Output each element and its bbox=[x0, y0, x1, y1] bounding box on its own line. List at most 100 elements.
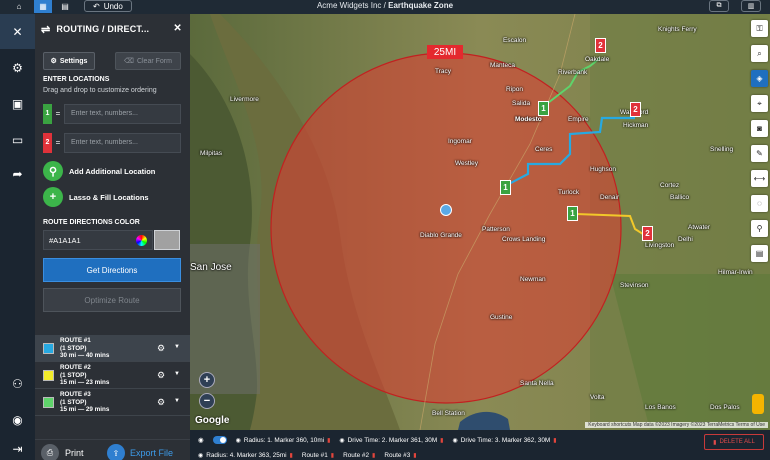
route-list: ROUTE #1 (1 STOP) 30 mi — 40 mins ⚙ ▼ RO… bbox=[35, 335, 190, 416]
get-directions-button[interactable]: Get Directions bbox=[43, 258, 181, 282]
add-user-icon[interactable]: ⚇ bbox=[0, 366, 35, 401]
routing-panel: ⇌ ROUTING / DIRECT... ✕ ⚙ Settings ⌫ Cle… bbox=[35, 14, 190, 460]
logout-icon[interactable]: ⇥ bbox=[0, 438, 35, 460]
map-attribution[interactable]: Keyboard shortcuts Map data ©2023 Imager… bbox=[585, 422, 768, 428]
trash-icon[interactable]: ▮ bbox=[331, 452, 334, 459]
trash-icon[interactable]: ▮ bbox=[372, 452, 375, 459]
trash-icon[interactable]: ▮ bbox=[440, 437, 443, 444]
printer-icon: ⎙ bbox=[41, 444, 59, 460]
drag-handle-icon[interactable]: = bbox=[52, 109, 64, 118]
location-input[interactable]: Enter text, numbers... bbox=[64, 132, 181, 153]
trash-icon[interactable]: ▮ bbox=[413, 452, 416, 459]
radius-circle[interactable] bbox=[270, 52, 622, 404]
left-rail: ✕ ⚙ ▣ ▭ ➦ ⚇ ◉ ⇥ bbox=[0, 14, 35, 460]
chevron-down-icon[interactable]: ▼ bbox=[174, 371, 180, 377]
route-marker[interactable]: 1 bbox=[538, 101, 549, 116]
panel-title[interactable]: ROUTING / DIRECT... bbox=[56, 24, 149, 34]
layers-bar: ◉ ◉ Radius: 1. Marker 360, 10mi ▮ ◉ Drive T… bbox=[190, 430, 770, 460]
chevron-down-icon[interactable]: ▼ bbox=[174, 398, 180, 404]
layer-chip[interactable]: Route #2 ▮ bbox=[343, 452, 375, 459]
crosshair-icon[interactable]: ⌖ bbox=[751, 95, 768, 112]
layer-chip[interactable]: ◉ Radius: 4. Marker 363, 25mi ▮ bbox=[198, 452, 293, 459]
share-arrow-icon[interactable]: ➦ bbox=[0, 156, 35, 191]
trash-icon[interactable]: ▮ bbox=[290, 452, 293, 459]
list-item[interactable]: ROUTE #1 (1 STOP) 30 mi — 40 mins ⚙ ▼ bbox=[35, 335, 190, 362]
gear-icon[interactable]: ⚙ bbox=[157, 343, 165, 354]
chevron-down-icon[interactable]: ▼ bbox=[174, 344, 180, 350]
route-marker[interactable]: 1 bbox=[500, 180, 511, 195]
camera-icon[interactable]: ◙ bbox=[751, 120, 768, 137]
route-marker[interactable]: 2 bbox=[642, 226, 653, 241]
clear-form-button[interactable]: ⌫ Clear Form bbox=[115, 52, 181, 70]
trash-icon[interactable]: ▮ bbox=[553, 437, 556, 444]
zoom-in-button[interactable]: + bbox=[199, 372, 215, 388]
eye-icon: ◉ bbox=[339, 437, 345, 444]
gear-icon[interactable]: ⚙ bbox=[0, 50, 35, 85]
settings-button[interactable]: ⚙ Settings bbox=[43, 52, 95, 70]
route-color-swatch[interactable] bbox=[43, 343, 54, 354]
route-color-input[interactable]: #A1A1A1 bbox=[43, 230, 153, 250]
measure-icon[interactable]: ⟷ bbox=[751, 170, 768, 187]
location-number: 1 bbox=[43, 103, 52, 124]
color-wheel-icon[interactable] bbox=[136, 235, 147, 246]
gear-icon: ⚙ bbox=[50, 58, 57, 65]
close-icon[interactable]: ✕ bbox=[173, 23, 182, 34]
panel-header: ⇌ ROUTING / DIRECT... ✕ bbox=[35, 14, 190, 44]
zoom-out-button[interactable]: − bbox=[199, 393, 215, 409]
lasso-icon[interactable]: ◌ bbox=[751, 195, 768, 212]
drag-hint: Drag and drop to customize ordering bbox=[43, 87, 157, 94]
route-marker[interactable]: 2 bbox=[595, 38, 606, 53]
layer-chip[interactable]: Route #1 ▮ bbox=[302, 452, 334, 459]
save-icon[interactable]: ▣ bbox=[0, 86, 35, 121]
delete-all-button[interactable]: ▮ DELETE ALL bbox=[704, 434, 764, 450]
eraser-icon: ⌫ bbox=[124, 58, 134, 65]
panel-footer: ⎙ Print ⇪ Export File bbox=[35, 439, 190, 460]
street-view-icon[interactable] bbox=[752, 394, 764, 414]
user-icon[interactable]: ◉ bbox=[0, 402, 35, 437]
radius-label: 25MI bbox=[427, 45, 463, 59]
lasso-fill-button[interactable]: + Lasso & Fill Locations bbox=[43, 186, 149, 208]
search-icon[interactable]: ⌕ bbox=[751, 45, 768, 62]
map-terrain bbox=[190, 14, 770, 430]
gear-icon[interactable]: ⚙ bbox=[157, 370, 165, 381]
drag-handle-icon[interactable]: = bbox=[52, 138, 64, 147]
route-color-swatch[interactable] bbox=[154, 230, 180, 250]
trash-icon[interactable]: ▮ bbox=[327, 437, 330, 444]
list-item[interactable]: ROUTE #2 (1 STOP) 15 mi — 23 mins ⚙ ▼ bbox=[35, 362, 190, 389]
top-bar: ⌂ ▦ ▤ ↶ Undo Acme Widgets Inc / Earthqua… bbox=[0, 0, 770, 14]
list-item[interactable]: ROUTE #3 (1 STOP) 15 mi — 29 mins ⚙ ▼ bbox=[35, 389, 190, 416]
add-location-button[interactable]: ⚲ Add Additional Location bbox=[43, 160, 155, 182]
optimize-route-button[interactable]: Optimize Route bbox=[43, 288, 181, 312]
enter-locations-label: ENTER LOCATIONS bbox=[43, 76, 110, 83]
route-marker[interactable]: 2 bbox=[630, 102, 641, 117]
visibility-toggle[interactable] bbox=[212, 436, 227, 444]
layer-chip[interactable]: ◉ Drive Time: 2. Marker 361, 30M ▮ bbox=[339, 437, 443, 444]
eye-icon[interactable]: ◉ bbox=[198, 436, 204, 444]
location-input[interactable]: Enter text, numbers... bbox=[64, 103, 181, 124]
route-marker[interactable]: 1 bbox=[567, 206, 578, 221]
route-color-swatch[interactable] bbox=[43, 370, 54, 381]
eye-icon: ◉ bbox=[235, 437, 241, 444]
route-color-swatch[interactable] bbox=[43, 397, 54, 408]
print-button[interactable]: ⎙ Print bbox=[41, 444, 84, 460]
pencil-icon[interactable]: ✎ bbox=[751, 145, 768, 162]
layer-chip[interactable]: Route #3 ▮ bbox=[384, 452, 416, 459]
layers-icon[interactable]: ◈ bbox=[751, 70, 768, 87]
dashboard-button[interactable]: ▥ bbox=[741, 0, 761, 12]
export-file-button[interactable]: ⇪ Export File bbox=[107, 444, 173, 460]
key-icon[interactable]: ⚿ bbox=[751, 20, 768, 37]
map-pin-icon[interactable] bbox=[440, 204, 452, 216]
map-canvas[interactable]: 25MI Escalon Riverbank Oakdale Knights F… bbox=[190, 14, 770, 430]
export-icon: ⇪ bbox=[107, 444, 125, 460]
pin-icon[interactable]: ⚲ bbox=[751, 220, 768, 237]
share-button[interactable]: ⧉ bbox=[709, 0, 729, 12]
location-row: 2 = Enter text, numbers... bbox=[43, 132, 181, 153]
gear-icon[interactable]: ⚙ bbox=[157, 397, 165, 408]
layer-chip[interactable]: ◉ Drive Time: 3. Marker 362, 30M ▮ bbox=[452, 437, 556, 444]
tools-icon[interactable]: ✕ bbox=[0, 14, 35, 49]
layer-chip[interactable]: ◉ Radius: 1. Marker 360, 10mi ▮ bbox=[236, 437, 331, 444]
presentation-icon[interactable]: ▭ bbox=[0, 122, 35, 157]
document-icon[interactable]: ▤ bbox=[751, 245, 768, 262]
map-pin-icon: ⚲ bbox=[43, 161, 63, 181]
chart-icon: ▥ bbox=[747, 3, 755, 10]
